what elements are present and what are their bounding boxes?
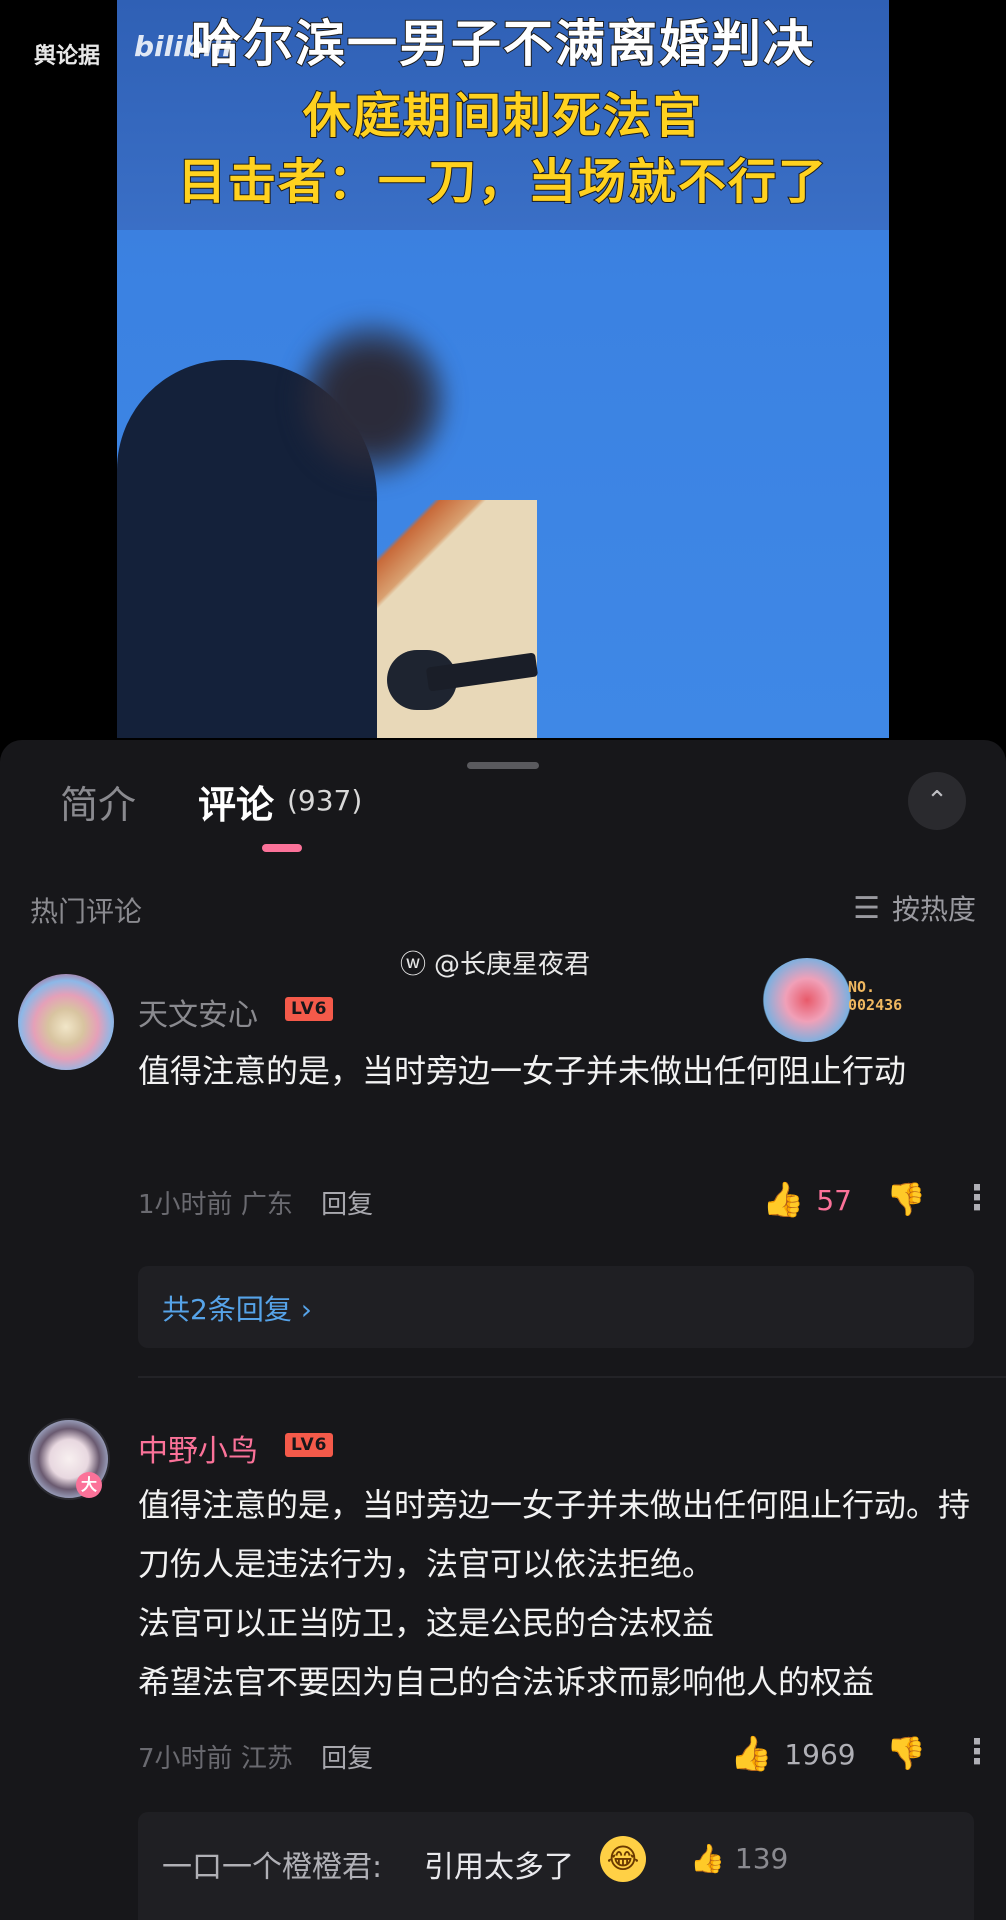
comment-panel: 简介 评论 (937) ⌃ 热门评论 ☰ 按热度 ⓦ @长庚星夜君 天文安心 L… <box>0 740 1006 1920</box>
tab-intro[interactable]: 简介 <box>60 774 136 829</box>
blurred-face <box>297 320 447 480</box>
crying-laugh-emoji-icon: 😂 <box>600 1836 646 1882</box>
thumbs-up-filled-icon: 👍 <box>762 1180 805 1220</box>
avatar-badge: 大 <box>76 1472 102 1498</box>
weibo-handle: @长庚星夜君 <box>434 950 591 980</box>
video-frame[interactable]: 哈尔滨一男子不满离婚判决 休庭期间刺死法官 目击者：一刀，当场就不行了 <box>117 0 889 738</box>
sub-reply-text: 引用太多了 <box>424 1850 574 1885</box>
thumbs-up-icon: 👍 <box>690 1842 725 1875</box>
level-badge: LV6 <box>285 1433 334 1457</box>
thumbs-up-icon: 👍 <box>730 1734 773 1774</box>
weibo-icon: ⓦ <box>400 950 427 980</box>
expand-button[interactable]: ⌃ <box>908 772 966 830</box>
source-watermark: 舆论据 <box>34 44 101 69</box>
tab-comments[interactable]: 评论 <box>198 774 274 829</box>
like-button[interactable]: 👍 57 <box>762 1180 852 1220</box>
comment-username[interactable]: 天文安心 <box>138 990 258 1034</box>
like-button[interactable]: 👍 1969 <box>730 1734 856 1774</box>
thumbs-down-icon[interactable]: 👎 <box>886 1180 926 1218</box>
replies-box[interactable]: 共2条回复 › <box>138 1266 974 1348</box>
bilibili-logo: bilibili <box>134 30 232 63</box>
level-badge: LV6 <box>285 997 334 1021</box>
weibo-watermark: ⓦ @长庚星夜君 <box>400 944 590 981</box>
active-tab-indicator <box>262 844 302 852</box>
fan-badge[interactable] <box>762 958 852 1042</box>
comment-text: 值得注意的是，当时旁边一女子并未做出任何阻止行动。持刀伤人是违法行为，法官可以依… <box>138 1486 971 1701</box>
comment-time: 7小时前 <box>138 1744 233 1774</box>
divider <box>138 1376 1006 1378</box>
sub-reply-like-button[interactable]: 👍 139 <box>690 1842 788 1875</box>
drag-handle[interactable] <box>467 762 539 769</box>
sort-button[interactable]: ☰ 按热度 <box>853 888 976 928</box>
comment-location: 江苏 <box>240 1744 293 1774</box>
headline-banner: 哈尔滨一男子不满离婚判决 休庭期间刺死法官 目击者：一刀，当场就不行了 <box>117 0 889 230</box>
more-options-icon[interactable]: ⋮ <box>960 1732 994 1772</box>
more-options-icon[interactable]: ⋮ <box>960 1178 994 1218</box>
like-count: 1969 <box>784 1737 856 1771</box>
thumbs-down-icon[interactable]: 👎 <box>886 1734 926 1772</box>
view-replies-link[interactable]: 共2条回复 › <box>162 1288 312 1328</box>
sub-reply[interactable]: 一口一个橙橙君: 引用太多了 😂 👍 139 <box>138 1812 974 1920</box>
headline-line-2: 休庭期间刺死法官 <box>302 87 703 145</box>
reply-button[interactable]: 回复 <box>321 1744 373 1774</box>
comment-meta: 7小时前 江苏 回复 <box>138 1738 373 1775</box>
comment-time: 1小时前 <box>138 1190 233 1220</box>
hot-comments-title: 热门评论 <box>30 895 143 928</box>
comment-location: 广东 <box>240 1190 293 1220</box>
comment-text: 值得注意的是，当时旁边一女子并未做出任何阻止行动 <box>138 1052 907 1090</box>
headline-line-1: 哈尔滨一男子不满离婚判决 <box>190 14 815 74</box>
comment-username[interactable]: 中野小鸟 <box>138 1426 258 1470</box>
reply-button[interactable]: 回复 <box>321 1190 373 1220</box>
like-count: 57 <box>816 1183 852 1217</box>
avatar[interactable] <box>18 974 114 1070</box>
up-down-chevron-icon: ⌃ <box>926 786 948 816</box>
comment-count: (937) <box>287 784 363 817</box>
fan-badge-number: NO. 002436 <box>848 978 903 1014</box>
sub-reply-username[interactable]: 一口一个橙橙君: <box>162 1842 382 1886</box>
video-player[interactable]: 哈尔滨一男子不满离婚判决 休庭期间刺死法官 目击者：一刀，当场就不行了 舆论据 … <box>0 0 1006 738</box>
sub-reply-like-count: 139 <box>734 1842 789 1875</box>
list-icon: ☰ <box>853 890 880 926</box>
comment-meta: 1小时前 广东 回复 <box>138 1184 373 1221</box>
sort-label: 按热度 <box>891 893 976 926</box>
headline-line-3: 目击者：一刀，当场就不行了 <box>177 153 828 211</box>
